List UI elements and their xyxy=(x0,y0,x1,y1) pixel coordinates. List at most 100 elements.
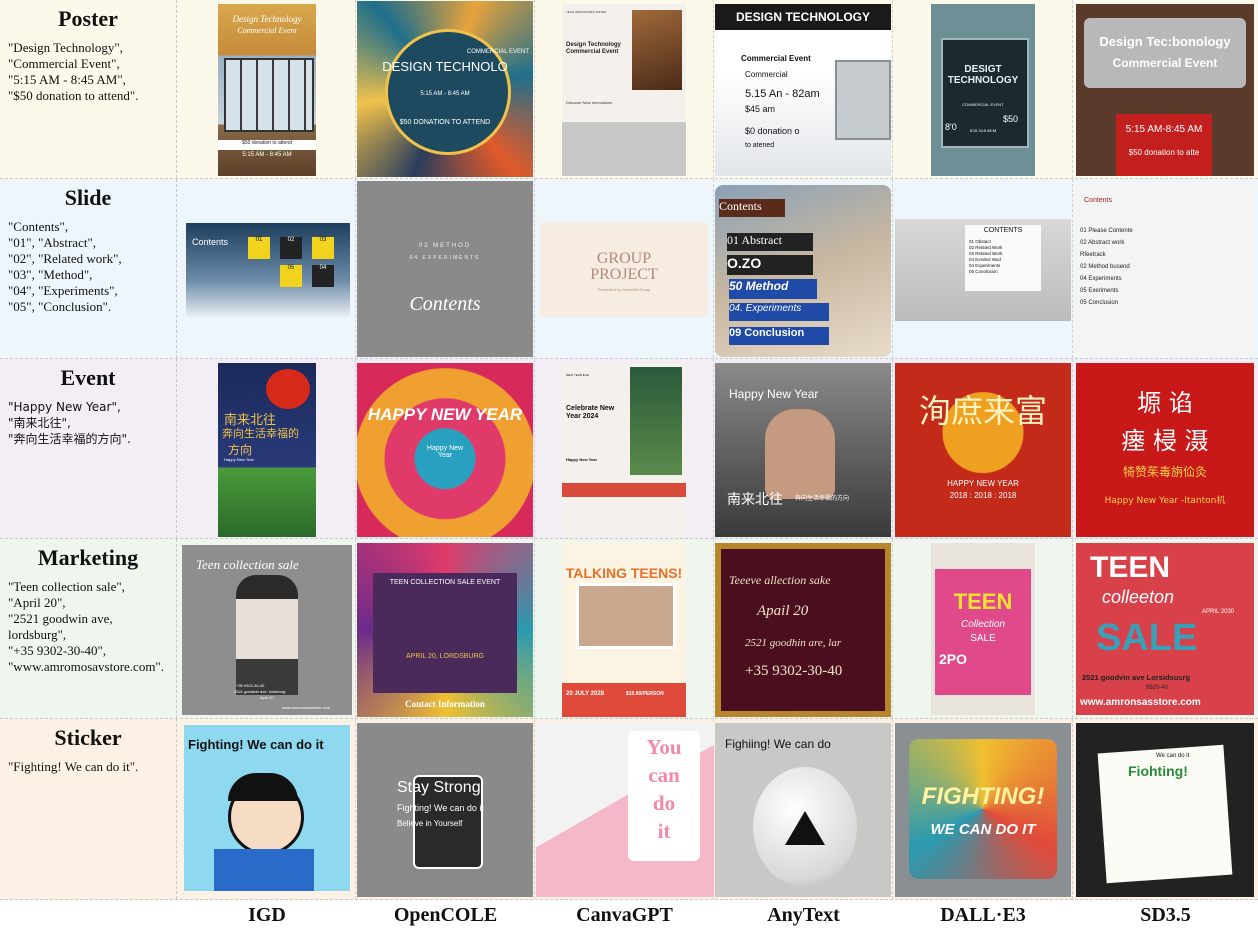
mkt-l3: SALE xyxy=(1096,617,1198,659)
sticker-l2: WE CAN DO IT xyxy=(930,821,1036,838)
sample-image: 南来北往 奔向生活幸福的 方向 Happy New Year xyxy=(218,363,316,537)
slide-list-item: 05 Conolusion xyxy=(969,269,998,274)
sticker-l3: do xyxy=(652,791,676,815)
slide-sign: 50 Method xyxy=(729,279,817,299)
sample-image: 03 METHOD 04 EXPERIMENTS Contents xyxy=(357,181,533,357)
sample-image: Teeeve allection sake Apail 20 2521 good… xyxy=(715,543,891,717)
slide-title: Contents xyxy=(192,237,229,247)
mkt-l4: +35 9302-30-40 xyxy=(745,663,843,679)
sticker-l2: Fiohting! xyxy=(1128,763,1188,779)
mkt-l7: www.amronsasstore.com xyxy=(1080,697,1201,708)
sample-image: DESIGN TECHNOLOGY Commercial Event Comme… xyxy=(715,4,891,176)
mkt-l3: April 20 xyxy=(260,695,274,700)
poster-title: Design Technology Commercial Event xyxy=(566,42,621,55)
sample-image: Contents 01 02 03 05 04 xyxy=(186,223,350,317)
event-bottom2: 奔向生活幸福的方向 xyxy=(795,495,850,502)
cell-dalle: FIGHTING! WE CAN DO IT xyxy=(893,719,1073,899)
event-l3: 犄赞茱毒旃佡灸 xyxy=(1122,465,1207,479)
event-badge: Happy New Year xyxy=(426,445,464,459)
cell-opencole: 03 METHOD 04 EXPERIMENTS Contents xyxy=(356,179,535,358)
poster-l1: Commercial Event xyxy=(741,54,811,63)
event-header: NEW YEAR EVE xyxy=(566,373,589,377)
category-title: Sticker xyxy=(54,725,122,750)
sample-image: FIGHTING! WE CAN DO IT xyxy=(895,723,1071,897)
sticker-l1: Stay Strong xyxy=(397,779,481,796)
sample-image: 洵庶来富 HAPPY NEW YEAR 2018 : 2018 : 2018 xyxy=(895,363,1071,537)
event-title: HAPPY NEW YEAR xyxy=(367,405,523,424)
sample-image: Contents 01 Abstract O.ZO 50 Method 04. … xyxy=(715,185,891,357)
sample-image: Design Technology Commercial Event $50 d… xyxy=(218,4,316,176)
mkt-title: TEEN COLLECTION SALE EVENT xyxy=(389,579,501,586)
slide-title: CONTENTS xyxy=(983,227,1023,234)
poster-l2: Commercial Event xyxy=(1112,56,1218,70)
mkt-l2: colleeton xyxy=(1102,587,1175,607)
label-cell: Sticker "Fighting! We can do it". xyxy=(0,719,177,899)
event-years: 2018 : 2018 : 2018 xyxy=(949,491,1017,500)
row-slide: Slide "Contents", "01", "Abstract", "02"… xyxy=(0,179,1258,359)
cell-dalle: DESIGT TECHNOLOGY COMMERCIAL EVENT 8'0 $… xyxy=(893,0,1073,178)
row-event: Event "Happy New Year", "南来北往", "奔向生活幸福的… xyxy=(0,359,1258,539)
sticker-l2: can xyxy=(648,763,680,787)
mkt-l1: +35 9302-30-40 xyxy=(236,683,265,688)
slide-sign: 04. Experiments xyxy=(729,303,829,321)
poster-donation: $50 DONATION TO ATTEND xyxy=(399,119,491,126)
sticker-title: Fighiing! We can do xyxy=(725,737,831,751)
sample-image: TEEN Collection SALE 2PO xyxy=(931,543,1035,715)
poster-l6: to atened xyxy=(745,142,775,149)
row-poster: Poster "Design Technology", "Commercial … xyxy=(0,0,1258,179)
mkt-l3: 2521 goodhin are, lar xyxy=(745,637,842,649)
cell-anytext: Contents 01 Abstract O.ZO 50 Method 04. … xyxy=(714,179,893,358)
mkt-title: TALKING TEENS! xyxy=(565,565,683,581)
poster-l4: $45 am xyxy=(745,104,776,114)
cell-sd: Design Tec:bonology Commercial Event 5:1… xyxy=(1073,0,1258,178)
category-title: Poster xyxy=(58,6,118,31)
label-cell: Poster "Design Technology", "Commercial … xyxy=(0,0,177,178)
poster-sub: COMMERCIAL EVENT xyxy=(962,102,1004,107)
poster-header: TECH INNOVATORS UNITED xyxy=(566,10,607,14)
slide-sign: 01 Abstract xyxy=(727,233,813,251)
slide-list-item: 01 Please Contente xyxy=(1080,228,1133,234)
event-l2: 奔向生活幸福的 xyxy=(222,427,299,440)
poster-l1: Design Tec:bonology xyxy=(1099,34,1231,49)
cell-igd: 南来北往 奔向生活幸福的 方向 Happy New Year xyxy=(178,359,356,538)
sample-image: Happy New Year 南来北往 奔向生活幸福的方向 xyxy=(715,363,891,537)
mkt-title: Teen collection sale xyxy=(196,557,299,572)
category-title: Marketing xyxy=(37,545,139,570)
event-l3: 方向 xyxy=(228,443,253,457)
event-sub: HAPPY NEW YEAR xyxy=(947,479,1019,488)
cell-igd: Teen collection sale +35 9302-30-40 2521… xyxy=(178,539,356,718)
cell-sd: TEEN colleeton SALE APRIL 2030 2521 good… xyxy=(1073,539,1258,718)
sample-image: Fighiing! We can do xyxy=(715,723,891,897)
label-cell: Event "Happy New Year", "南来北往", "奔向生活幸福的… xyxy=(0,359,177,538)
sticker-l2: Fighting! We can do it xyxy=(397,803,484,813)
slide-list-item: 05 Exeriments xyxy=(1080,288,1119,294)
sticker-l1: You xyxy=(646,735,682,759)
prompt-text: "Design Technology", "Commercial Event",… xyxy=(8,40,139,103)
comparison-grid: Poster "Design Technology", "Commercial … xyxy=(0,0,1258,900)
slide-box: 02 xyxy=(280,237,302,259)
mkt-num: 2PO xyxy=(939,651,968,667)
poster-l5: $0 donation o xyxy=(745,126,800,136)
cell-opencole: Stay Strong Fighting! We can do it Belie… xyxy=(356,719,535,899)
method-label: AnyText xyxy=(767,904,840,926)
poster-subtitle: Commercial Event xyxy=(237,26,297,35)
sample-image: TEEN colleeton SALE APRIL 2030 2521 good… xyxy=(1076,543,1254,715)
sticker-l1: FIGHTING! xyxy=(921,783,1045,810)
poster-bottom: 5'15 34:5 85:M xyxy=(969,128,997,133)
event-l4: Happy New Year xyxy=(224,457,254,462)
cell-sd: Contents 01 Please Contente 02 Abstract w… xyxy=(1073,179,1258,358)
cell-igd: Contents 01 02 03 05 04 xyxy=(178,179,356,358)
poster-title: DESIGT TECHNOLOGY xyxy=(947,64,1019,86)
mkt-bottom: Contact Information xyxy=(405,699,485,709)
mkt-date: 20 JULY 2028 xyxy=(566,691,605,697)
cell-sd: We can do it Fiohting! xyxy=(1073,719,1258,899)
poster-right: $50 xyxy=(1003,114,1019,124)
label-cell: Marketing "Teen collection sale", "April… xyxy=(0,539,177,718)
prompt-text: "Happy New Year", "南来北往", "奔向生活幸福的方向". xyxy=(8,400,131,446)
slide-title: GROUP PROJECT xyxy=(590,250,658,283)
slide-top1: 03 METHOD xyxy=(418,243,472,249)
cell-dalle: 洵庶来富 HAPPY NEW YEAR 2018 : 2018 : 2018 xyxy=(893,359,1073,538)
slide-list-item: 05 Conclusion xyxy=(1080,300,1119,306)
sample-image: CONTENTS 01 Obstact 02 Related Work 03 Rel… xyxy=(895,219,1071,321)
cell-anytext: Happy New Year 南来北往 奔向生活幸福的方向 xyxy=(714,359,893,538)
